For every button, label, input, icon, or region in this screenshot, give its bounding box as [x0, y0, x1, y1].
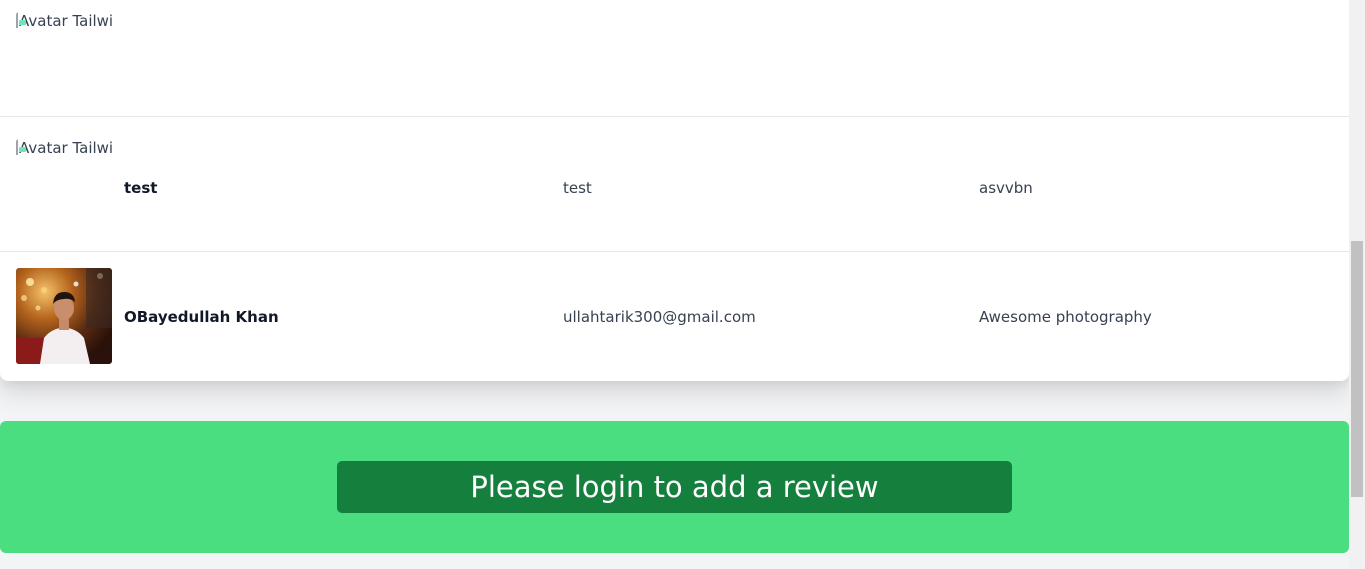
scrollbar-thumb[interactable] [1351, 241, 1363, 497]
avatar: Avatar Tailwind CSS Component [16, 139, 112, 235]
table-row: Avatar Tailwind CSS Component test test … [0, 123, 1349, 252]
reviews-table: Avatar Tailwind CSS Component Avatar Tai… [0, 0, 1349, 381]
reviewer-name: OBayedullah Khan [124, 308, 279, 326]
vertical-scrollbar[interactable] [1349, 0, 1365, 569]
table-row: OBayedullah Khan ullahtarik300@gmail.com… [0, 252, 1349, 381]
review-text: Awesome photography [979, 308, 1152, 326]
reviewer-email: ullahtarik300@gmail.com [563, 308, 756, 326]
reviewer-name: test [124, 179, 158, 197]
avatar-alt-text: Avatar Tailwind CSS Component [19, 139, 112, 157]
reviewer-email: test [563, 179, 592, 197]
broken-image-icon: Avatar Tailwind CSS Component [16, 12, 112, 30]
avatar-alt-text: Avatar Tailwind CSS Component [19, 12, 112, 30]
table-row: Avatar Tailwind CSS Component [0, 0, 1349, 117]
broken-image-icon: Avatar Tailwind CSS Component [16, 139, 112, 157]
review-text: asvvbn [979, 179, 1033, 197]
page: Avatar Tailwind CSS Component Avatar Tai… [0, 0, 1365, 569]
avatar: Avatar Tailwind CSS Component [16, 12, 112, 108]
avatar-photo [16, 268, 112, 364]
login-to-review-button[interactable]: Please login to add a review [337, 461, 1012, 513]
login-banner: Please login to add a review [0, 421, 1349, 553]
avatar [16, 268, 112, 364]
